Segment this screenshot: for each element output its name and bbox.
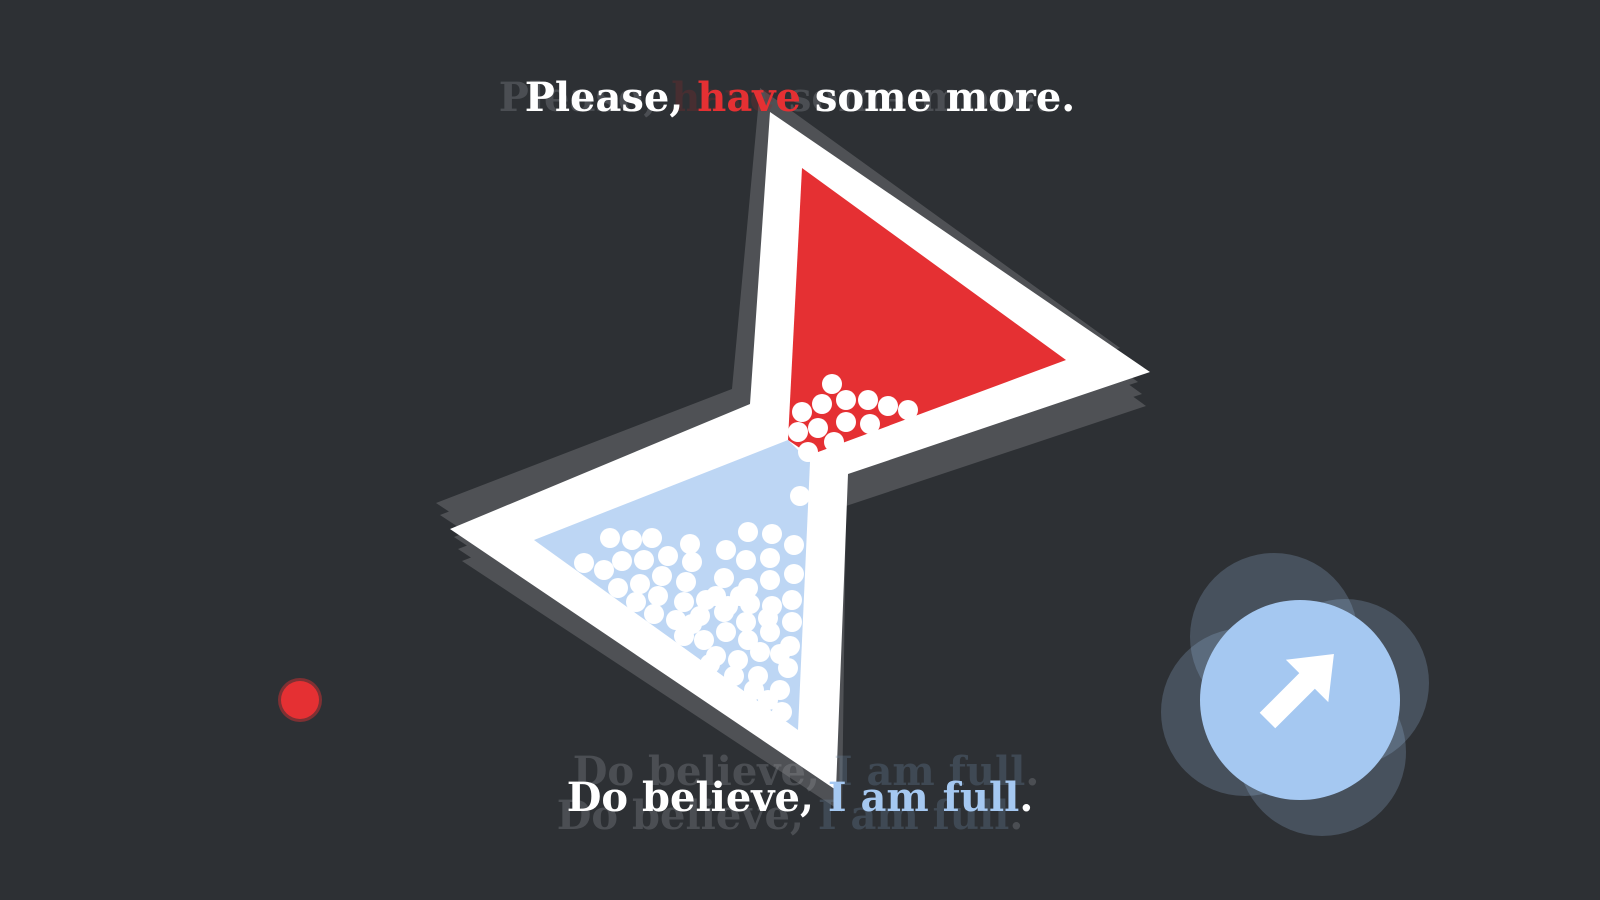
ball: [736, 550, 756, 570]
ball: [760, 548, 780, 568]
top-caption-part1: Please,: [524, 74, 684, 121]
ball: [716, 622, 736, 642]
ball: [644, 604, 664, 624]
ball: [770, 644, 790, 664]
ball: [784, 564, 804, 584]
bottom-caption-text: Do believe, I am full.: [0, 774, 1600, 821]
ball: [782, 590, 802, 610]
ball: [648, 586, 668, 606]
ball: [788, 422, 808, 442]
ball: [716, 540, 736, 560]
ball: [626, 592, 646, 612]
bottom-caption-part3: .: [1019, 774, 1034, 821]
top-caption: Please, have some more. Please, have som…: [0, 74, 1600, 130]
ball: [760, 622, 780, 642]
ball: [736, 612, 756, 632]
ball: [824, 432, 844, 452]
ball: [680, 534, 700, 554]
ball: [812, 394, 832, 414]
ball: [706, 586, 726, 606]
ball: [784, 535, 804, 555]
ball: [860, 414, 880, 434]
ball: [798, 442, 818, 462]
ball: [682, 552, 702, 572]
ball: [760, 570, 780, 590]
ball: [574, 553, 594, 573]
ball: [790, 486, 810, 506]
ball: [730, 586, 750, 606]
ball: [594, 560, 614, 580]
ball: [630, 574, 650, 594]
ball: [612, 551, 632, 571]
ball: [878, 396, 898, 416]
top-caption-text: Please, have some more.: [0, 74, 1600, 121]
ball: [674, 592, 694, 612]
ball: [738, 522, 758, 542]
ball: [822, 374, 842, 394]
ball: [634, 550, 654, 570]
ball: [724, 666, 744, 686]
ball: [694, 630, 714, 650]
indicator-dot-core: [281, 681, 319, 719]
ball: [808, 418, 828, 438]
ball: [836, 390, 856, 410]
ball: [600, 528, 620, 548]
bottom-caption: Do believe, I am full. Do believe, I am …: [0, 748, 1600, 839]
ball: [792, 402, 812, 422]
ball: [898, 400, 918, 420]
top-caption-part3: some more.: [814, 74, 1076, 121]
ball: [642, 528, 662, 548]
ball: [652, 566, 672, 586]
ball: [676, 572, 696, 592]
bottom-caption-highlight: I am full: [827, 774, 1020, 821]
ball: [608, 578, 628, 598]
ball: [762, 524, 782, 544]
top-caption-highlight: have: [697, 74, 801, 121]
ball: [858, 390, 878, 410]
ball: [658, 546, 678, 566]
game-stage[interactable]: Please, have some more. Please, have som…: [0, 0, 1600, 900]
ball: [782, 612, 802, 632]
ball: [682, 614, 702, 634]
bottom-caption-part1: Do believe,: [566, 774, 814, 821]
ball: [622, 530, 642, 550]
ball: [772, 702, 792, 722]
ball: [714, 568, 734, 588]
ball: [750, 642, 770, 662]
ball: [700, 654, 720, 674]
ball: [836, 412, 856, 432]
